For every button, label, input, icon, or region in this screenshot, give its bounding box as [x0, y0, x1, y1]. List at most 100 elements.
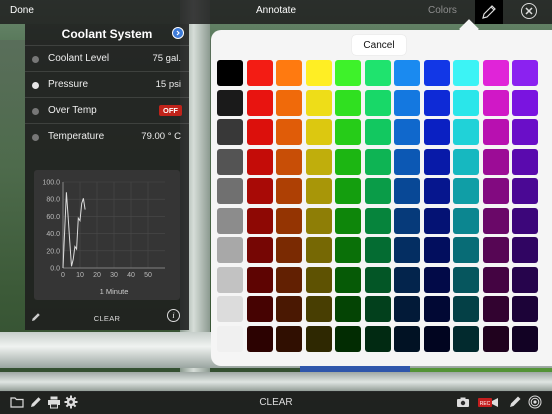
color-swatch[interactable]	[512, 296, 538, 322]
color-swatch[interactable]	[512, 119, 538, 145]
color-swatch[interactable]	[423, 296, 450, 322]
folder-icon[interactable]	[10, 395, 24, 409]
color-swatch[interactable]	[364, 178, 391, 204]
close-button[interactable]	[521, 3, 537, 19]
color-swatch[interactable]	[453, 237, 479, 263]
color-swatch[interactable]	[482, 325, 509, 352]
color-swatch[interactable]	[217, 207, 243, 234]
color-swatch[interactable]	[335, 325, 361, 352]
cancel-button[interactable]: Cancel	[352, 35, 406, 55]
color-swatch[interactable]	[512, 178, 538, 204]
color-swatch[interactable]	[394, 178, 420, 204]
color-swatch[interactable]	[276, 119, 302, 145]
color-swatch[interactable]	[453, 296, 479, 322]
color-swatch[interactable]	[512, 89, 538, 116]
color-swatch[interactable]	[276, 60, 302, 86]
color-swatch[interactable]	[335, 178, 361, 204]
color-swatch[interactable]	[305, 89, 332, 116]
color-swatch[interactable]	[453, 325, 479, 352]
color-swatch[interactable]	[364, 148, 391, 175]
color-swatch[interactable]	[394, 207, 420, 234]
pencil-icon[interactable]	[29, 395, 43, 409]
printer-icon[interactable]	[47, 395, 61, 409]
color-swatch[interactable]	[217, 89, 243, 116]
color-swatch[interactable]	[453, 266, 479, 293]
row-pressure[interactable]: Pressure 15 psi	[25, 71, 189, 98]
color-swatch[interactable]	[335, 119, 361, 145]
pen-icon[interactable]	[508, 395, 522, 409]
color-swatch[interactable]	[394, 89, 420, 116]
info-icon[interactable]: i	[167, 309, 180, 322]
color-swatch[interactable]	[394, 60, 420, 86]
color-swatch[interactable]	[512, 148, 538, 175]
color-swatch[interactable]	[423, 148, 450, 175]
color-swatch[interactable]	[246, 237, 273, 263]
color-swatch[interactable]	[453, 207, 479, 234]
color-swatch[interactable]	[512, 266, 538, 293]
target-icon[interactable]	[528, 395, 542, 409]
color-swatch[interactable]	[364, 296, 391, 322]
color-swatch[interactable]	[364, 60, 391, 86]
color-swatch[interactable]	[335, 60, 361, 86]
color-swatch[interactable]	[453, 178, 479, 204]
color-swatch[interactable]	[335, 148, 361, 175]
color-swatch[interactable]	[394, 296, 420, 322]
color-swatch[interactable]	[364, 207, 391, 234]
color-swatch[interactable]	[512, 237, 538, 263]
color-swatch[interactable]	[276, 325, 302, 352]
color-swatch[interactable]	[217, 237, 243, 263]
color-swatch[interactable]	[335, 296, 361, 322]
color-swatch[interactable]	[482, 178, 509, 204]
color-swatch[interactable]	[305, 178, 332, 204]
row-temperature[interactable]: Temperature 79.00 ° C	[25, 123, 189, 150]
color-swatch[interactable]	[364, 325, 391, 352]
color-swatch[interactable]	[423, 119, 450, 145]
color-swatch[interactable]	[394, 266, 420, 293]
color-swatch[interactable]	[246, 119, 273, 145]
camera-icon[interactable]	[456, 395, 470, 409]
color-swatch[interactable]	[512, 207, 538, 234]
color-swatch[interactable]	[423, 60, 450, 86]
color-swatch[interactable]	[246, 266, 273, 293]
color-swatch[interactable]	[276, 89, 302, 116]
color-swatch[interactable]	[364, 119, 391, 145]
color-swatch[interactable]	[423, 266, 450, 293]
color-swatch[interactable]	[394, 325, 420, 352]
color-swatch[interactable]	[246, 60, 273, 86]
color-swatch[interactable]	[453, 89, 479, 116]
color-swatch[interactable]	[453, 60, 479, 86]
color-swatch[interactable]	[246, 148, 273, 175]
row-over-temp[interactable]: Over Temp OFF	[25, 97, 189, 124]
color-swatch[interactable]	[246, 178, 273, 204]
color-swatch[interactable]	[246, 89, 273, 116]
color-swatch[interactable]	[335, 89, 361, 116]
color-swatch[interactable]	[453, 148, 479, 175]
color-swatch[interactable]	[394, 237, 420, 263]
color-swatch[interactable]	[305, 325, 332, 352]
color-swatch[interactable]	[482, 89, 509, 116]
color-swatch[interactable]	[246, 325, 273, 352]
colors-button[interactable]: Colors	[428, 5, 457, 16]
color-swatch[interactable]	[217, 325, 243, 352]
color-swatch[interactable]	[364, 237, 391, 263]
color-swatch[interactable]	[482, 266, 509, 293]
color-swatch[interactable]	[364, 89, 391, 116]
color-swatch[interactable]	[305, 207, 332, 234]
color-swatch[interactable]	[335, 207, 361, 234]
color-swatch[interactable]	[482, 207, 509, 234]
color-swatch[interactable]	[276, 178, 302, 204]
color-swatch[interactable]	[246, 207, 273, 234]
color-swatch[interactable]	[305, 266, 332, 293]
color-swatch[interactable]	[217, 178, 243, 204]
color-swatch[interactable]	[305, 237, 332, 263]
record-icon[interactable]: REC	[477, 395, 499, 409]
color-swatch[interactable]	[482, 60, 509, 86]
color-swatch[interactable]	[335, 237, 361, 263]
color-swatch[interactable]	[364, 266, 391, 293]
color-swatch[interactable]	[423, 207, 450, 234]
color-swatch[interactable]	[246, 296, 273, 322]
color-swatch[interactable]	[512, 325, 538, 352]
color-swatch[interactable]	[305, 148, 332, 175]
color-swatch[interactable]	[217, 60, 243, 86]
color-swatch[interactable]	[217, 296, 243, 322]
